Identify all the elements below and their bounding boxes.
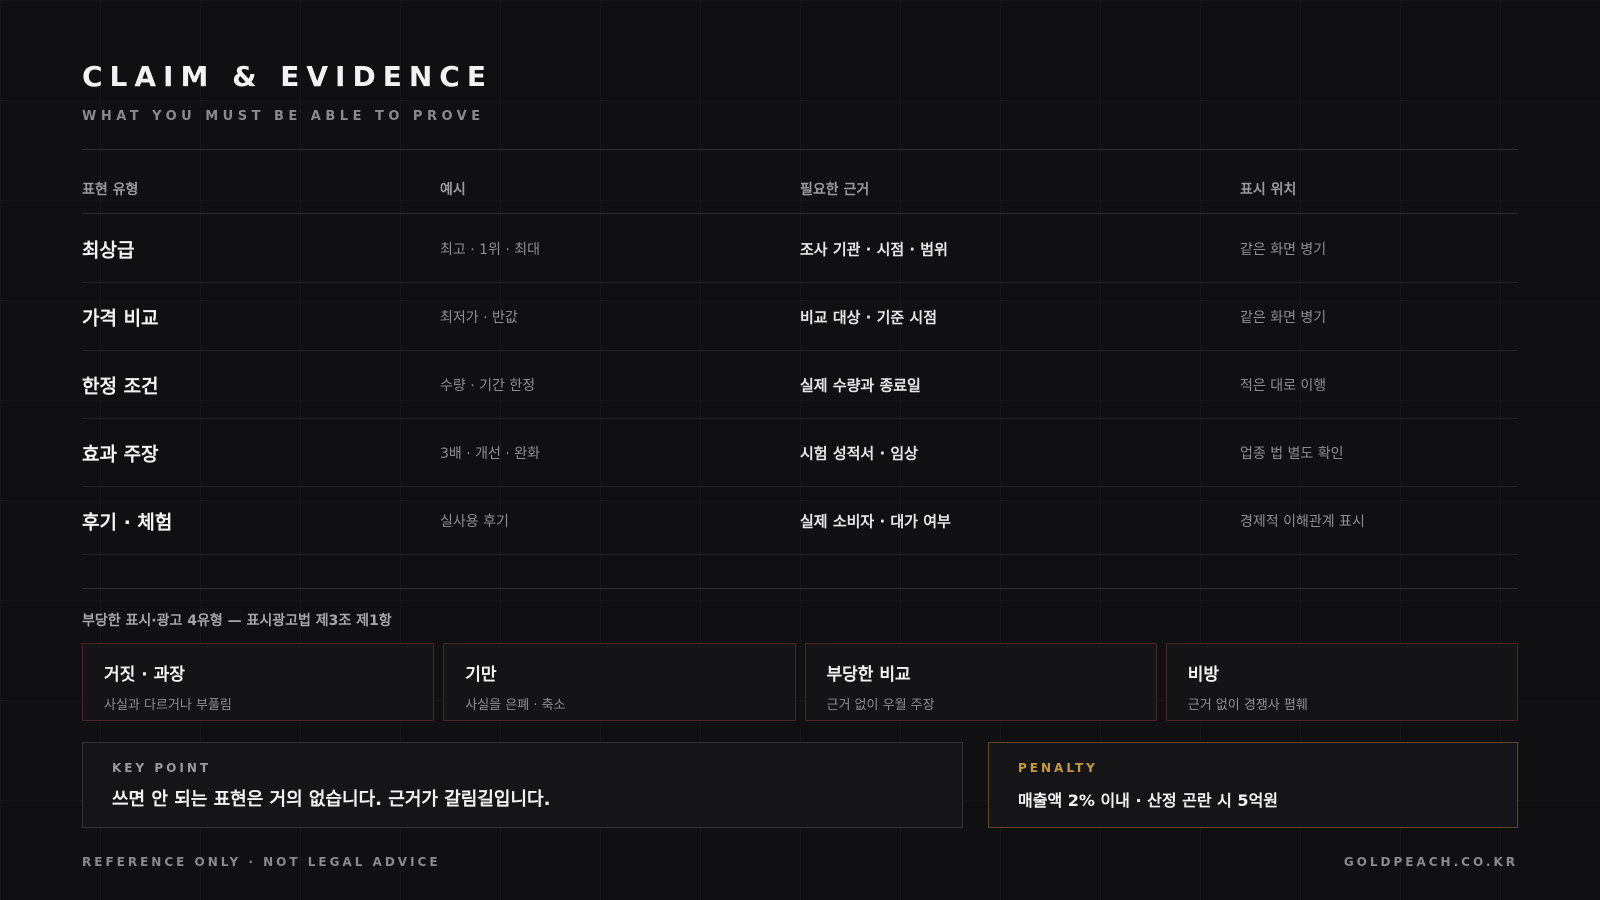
table-row: 가격 비교 최저가 · 반값 비교 대상 · 기준 시점 같은 화면 병기 bbox=[82, 283, 1518, 351]
claim-evidence-table: 표현 유형 예시 필요한 근거 표시 위치 최상급 최고 · 1위 · 최대 조… bbox=[82, 150, 1518, 555]
claim-type: 후기 · 체험 bbox=[82, 511, 173, 533]
unfair-types-label: 부당한 표시·광고 4유형 — 표시광고법 제3조 제1항 bbox=[82, 613, 392, 629]
claim-type: 효과 주장 bbox=[82, 443, 159, 465]
table-row: 한정 조건 수량 · 기간 한정 실제 수량과 종료일 적은 대로 이행 bbox=[82, 351, 1518, 419]
page-subtitle: WHAT YOU MUST BE ABLE TO PROVE bbox=[82, 109, 485, 124]
display-placement: 경제적 이해관계 표시 bbox=[1240, 513, 1365, 530]
divider bbox=[82, 588, 1518, 589]
penalty-label: PENALTY bbox=[1018, 761, 1098, 775]
required-evidence: 조사 기관 · 시점 · 범위 bbox=[800, 240, 948, 258]
slide: CLAIM & EVIDENCE WHAT YOU MUST BE ABLE T… bbox=[82, 0, 1518, 900]
card-title: 비방 bbox=[1187, 665, 1220, 685]
penalty-box: PENALTY 매출액 2% 이내 · 산정 곤란 시 5억원 bbox=[988, 742, 1518, 828]
card-description: 근거 없이 경쟁사 폄훼 bbox=[1187, 698, 1308, 713]
required-evidence: 실제 소비자 · 대가 여부 bbox=[800, 512, 951, 530]
key-point-text: 쓰면 안 되는 표현은 거의 없습니다. 근거가 갈림길입니다. bbox=[112, 789, 551, 810]
claim-example: 수량 · 기간 한정 bbox=[440, 377, 536, 394]
display-placement: 업종 법 별도 확인 bbox=[1240, 445, 1344, 462]
penalty-text: 매출액 2% 이내 · 산정 곤란 시 5억원 bbox=[1018, 791, 1279, 810]
unfair-type-card-comparison: 부당한 비교 근거 없이 우월 주장 bbox=[804, 643, 1157, 721]
card-description: 근거 없이 우월 주장 bbox=[826, 698, 935, 713]
column-header-example: 예시 bbox=[440, 182, 466, 198]
key-point-label: KEY POINT bbox=[112, 761, 212, 775]
column-header-type: 표현 유형 bbox=[82, 182, 139, 198]
card-title: 기만 bbox=[465, 665, 497, 685]
column-header-evidence: 필요한 근거 bbox=[800, 182, 870, 198]
display-placement: 같은 화면 병기 bbox=[1240, 241, 1327, 258]
claim-type: 최상급 bbox=[82, 239, 135, 261]
claim-example: 최저가 · 반값 bbox=[440, 309, 518, 326]
card-title: 거짓 · 과장 bbox=[104, 665, 185, 685]
unfair-type-card-false: 거짓 · 과장 사실과 다르거나 부풀림 bbox=[82, 643, 435, 721]
key-point-box: KEY POINT 쓰면 안 되는 표현은 거의 없습니다. 근거가 갈림길입니… bbox=[82, 742, 963, 828]
claim-type: 한정 조건 bbox=[82, 375, 159, 397]
card-description: 사실과 다르거나 부풀림 bbox=[104, 698, 232, 713]
table-header: 표현 유형 예시 필요한 근거 표시 위치 bbox=[82, 150, 1518, 214]
card-title: 부당한 비교 bbox=[826, 665, 911, 685]
required-evidence: 실제 수량과 종료일 bbox=[800, 376, 921, 394]
column-header-placement: 표시 위치 bbox=[1240, 182, 1297, 198]
card-description: 사실을 은폐 · 축소 bbox=[465, 698, 566, 713]
unfair-types-cards: 거짓 · 과장 사실과 다르거나 부풀림 기만 사실을 은폐 · 축소 부당한 … bbox=[82, 643, 1518, 721]
claim-type: 가격 비교 bbox=[82, 307, 159, 329]
required-evidence: 비교 대상 · 기준 시점 bbox=[800, 308, 937, 326]
table-row: 효과 주장 3배 · 개선 · 완화 시험 성적서 · 임상 업종 법 별도 확… bbox=[82, 419, 1518, 487]
claim-example: 최고 · 1위 · 최대 bbox=[440, 241, 541, 258]
claim-example: 실사용 후기 bbox=[440, 513, 509, 530]
footer-site: GOLDPEACH.CO.KR bbox=[1343, 855, 1518, 869]
display-placement: 적은 대로 이행 bbox=[1240, 377, 1327, 394]
table-row: 최상급 최고 · 1위 · 최대 조사 기관 · 시점 · 범위 같은 화면 병… bbox=[82, 215, 1518, 283]
claim-example: 3배 · 개선 · 완화 bbox=[440, 445, 541, 462]
table-row: 후기 · 체험 실사용 후기 실제 소비자 · 대가 여부 경제적 이해관계 표… bbox=[82, 487, 1518, 555]
page-title: CLAIM & EVIDENCE bbox=[82, 60, 493, 93]
unfair-type-card-disparagement: 비방 근거 없이 경쟁사 폄훼 bbox=[1165, 643, 1518, 721]
unfair-type-card-deceptive: 기만 사실을 은폐 · 축소 bbox=[443, 643, 796, 721]
required-evidence: 시험 성적서 · 임상 bbox=[800, 444, 918, 462]
display-placement: 같은 화면 병기 bbox=[1240, 309, 1327, 326]
footer-disclaimer: REFERENCE ONLY · NOT LEGAL ADVICE bbox=[82, 855, 441, 869]
